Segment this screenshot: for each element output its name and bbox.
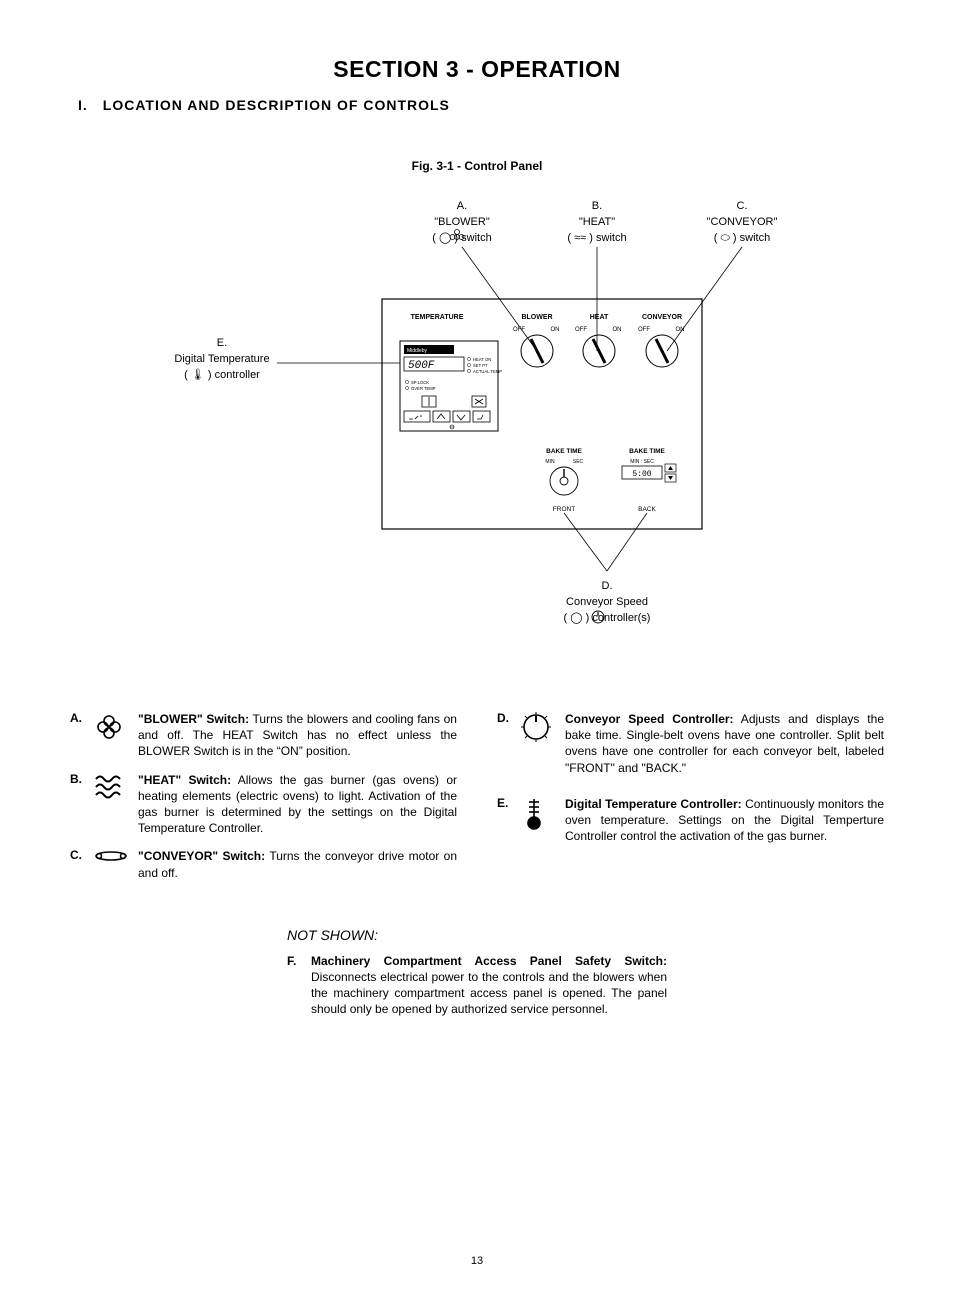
callout-a-name: "BLOWER": [434, 216, 490, 228]
callout-e-name: Digital Temperature: [174, 353, 269, 365]
callout-c-suffix: ( ⬭ ) switch: [714, 232, 770, 244]
callout-d-letter: D.: [602, 580, 613, 592]
legend-item-d: D. Conveyor Speed Controller: Adjusts an…: [497, 711, 884, 776]
legend-d-letter: D.: [497, 711, 521, 725]
legend-b-text: "HEAT" Switch: Allows the gas burner (ga…: [138, 772, 457, 837]
legend-a-letter: A.: [70, 711, 94, 725]
control-panel-diagram: A. "BLOWER" ( ◯ ) switch B. "HEAT" ( ≈≈ …: [117, 191, 837, 651]
legend-columns: A. "BLOWER" Switch: Turns the blowers an…: [70, 711, 884, 893]
legend-c-letter: C.: [70, 848, 94, 862]
legend-f-bold: Machinery Compartment Access Panel Safet…: [311, 954, 667, 968]
legend-item-a: A. "BLOWER" Switch: Turns the blowers an…: [70, 711, 457, 760]
on-label: ON: [613, 327, 622, 333]
bake-display: 5:00: [632, 470, 651, 479]
callout-e-suffix: ( 🌡 ) controller: [184, 368, 260, 381]
callout-c-name: "CONVEYOR": [707, 216, 778, 228]
legend-item-b: B. "HEAT" Switch: Allows the gas burner …: [70, 772, 457, 837]
led-heat-on: HEAT ON: [473, 357, 491, 362]
off-label: OFF: [638, 327, 650, 333]
bake-time-left-label: BAKE TIME: [546, 448, 582, 455]
legend-a-text: "BLOWER" Switch: Turns the blowers and c…: [138, 711, 457, 760]
legend-item-c: C. "CONVEYOR" Switch: Turns the conveyor…: [70, 848, 457, 880]
off-label: OFF: [575, 327, 587, 333]
dial-icon: [521, 711, 565, 745]
panel-heat-label: HEAT: [590, 314, 609, 321]
callout-c-letter: C.: [737, 200, 748, 212]
legend-f-text: Disconnects electrical power to the cont…: [311, 970, 667, 1016]
thermometer-icon: [521, 796, 565, 834]
lock-sp: SP LOCK: [411, 380, 429, 385]
temp-display: 500F: [408, 360, 435, 372]
section-title: SECTION 3 - OPERATION: [0, 56, 954, 83]
callout-e-letter: E.: [217, 337, 227, 349]
callout-d-suffix: ( ◯ ) controller(s): [564, 612, 651, 624]
legend-c-text: "CONVEYOR" Switch: Turns the conveyor dr…: [138, 848, 457, 880]
callout-a-letter: A.: [457, 200, 467, 212]
callout-d-name: Conveyor Speed: [566, 596, 648, 608]
legend-e-letter: E.: [497, 796, 521, 810]
minsec-label: MIN : SEC: [630, 459, 654, 465]
legend-e-text: Digital Temperature Controller: Continuo…: [565, 796, 884, 845]
legend-item-e: E. Digital Temperature Controller: Conti…: [497, 796, 884, 845]
not-shown-item-f: F. Machinery Compartment Access Panel Sa…: [287, 953, 667, 1018]
legend-f-letter: F.: [287, 953, 311, 1018]
on-label: ON: [676, 327, 685, 333]
back-label: BACK: [638, 506, 656, 513]
panel-temp-label: TEMPERATURE: [411, 314, 464, 321]
sub-heading: I. LOCATION AND DESCRIPTION OF CONTROLS: [78, 97, 954, 113]
lock-over: OVER TEMP: [411, 386, 436, 391]
switch-dials: [521, 335, 678, 367]
figure-caption: Fig. 3-1 - Control Panel: [0, 159, 954, 173]
page-number: 13: [0, 1255, 954, 1267]
callout-a-suffix: ( ◯ ) switch: [432, 232, 491, 244]
led-set-pt: SET PT: [473, 363, 488, 368]
callout-b-suffix: ( ≈≈ ) switch: [567, 232, 626, 244]
panel-blower-label: BLOWER: [521, 314, 552, 321]
not-shown-title: NOT SHOWN:: [287, 927, 667, 943]
callout-b-letter: B.: [592, 200, 602, 212]
heat-icon: [94, 772, 138, 802]
led-actual: ACTUAL TEMP: [473, 369, 502, 374]
min-label: MIN: [545, 459, 555, 465]
not-shown-block: NOT SHOWN: F. Machinery Compartment Acce…: [287, 927, 667, 1018]
callout-b-name: "HEAT": [579, 216, 615, 228]
panel-conveyor-label: CONVEYOR: [642, 314, 682, 321]
conveyor-icon: [94, 848, 138, 866]
bake-time-right-label: BAKE TIME: [629, 448, 665, 455]
sec-label: SEC: [573, 459, 584, 465]
blower-icon: [94, 711, 138, 745]
legend-d-text: Conveyor Speed Controller: Adjusts and d…: [565, 711, 884, 776]
on-label: ON: [551, 327, 560, 333]
brand-label: Middleby: [407, 348, 428, 354]
legend-b-letter: B.: [70, 772, 94, 786]
front-label: FRONT: [553, 506, 575, 513]
off-label: OFF: [513, 327, 525, 333]
